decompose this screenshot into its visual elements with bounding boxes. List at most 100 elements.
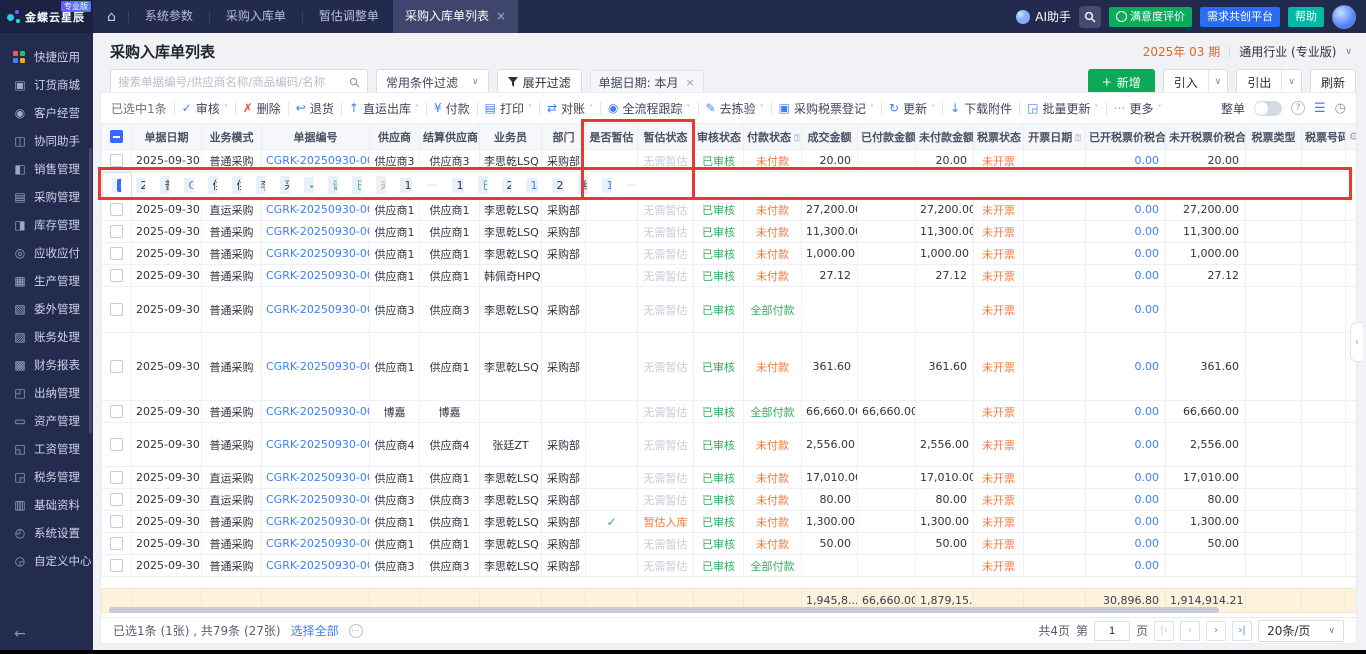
sidebar-item-采购管理[interactable]: ▤采购管理 (0, 183, 93, 211)
tab-close-icon[interactable]: × (496, 0, 506, 33)
cell-link[interactable]: 13122 (607, 179, 612, 192)
table-row[interactable]: 2025-09-30普通采购CGRK-20250930-00131供应商1供应商… (102, 221, 1358, 243)
sidebar-item-委外管理[interactable]: ▧委外管理 (0, 295, 93, 323)
table-row[interactable]: 2025-09-30普通采购CGRK-20250930-00117供应商1供应商… (102, 533, 1358, 555)
toolbar-button-付款[interactable]: ¥付款 (434, 100, 470, 117)
row-checkbox[interactable] (110, 303, 123, 316)
satisfaction-badge[interactable]: 满意度评价 (1109, 7, 1192, 27)
table-row[interactable]: 2025-09-30直运采购CGRK-20250930-00132供应商1供应商… (102, 199, 1358, 221)
history-clock-icon[interactable]: ◷ (1335, 101, 1346, 116)
table-row[interactable]: 2025-09-30直运采购CGRK-20250930-00120供应商3供应商… (102, 489, 1358, 511)
toolbar-button-打印[interactable]: ▤打印˅ (485, 100, 532, 117)
filter-chip-date[interactable]: 单据日期: 本月 × (590, 70, 704, 94)
toolbar-button-采购税票登记[interactable]: ▣采购税票登记˅ (779, 100, 874, 117)
chevron-down-icon[interactable]: ∨ (1208, 70, 1228, 94)
topbar-menu-item[interactable]: 系统参数 (131, 0, 207, 33)
topbar-menu-item[interactable]: 采购入库单 (212, 0, 300, 33)
row-checkbox[interactable] (110, 438, 123, 451)
list-view-icon[interactable]: ☰ (1314, 101, 1326, 116)
cell-link[interactable]: CGRK-20250930-00130 (266, 247, 370, 260)
toolbar-button-直运出库[interactable]: ↑直运出库˅ (349, 100, 419, 117)
table-row[interactable]: 2025-09-30普通采购CGRK-20250930-00122供应商4供应商… (102, 423, 1358, 467)
header-checkbox[interactable] (110, 130, 123, 143)
page-size-select[interactable]: 20条/页 ∨ (1258, 620, 1344, 642)
toolbar-button-删除[interactable]: ✗删除 (243, 100, 281, 117)
sidebar-scrollbar[interactable] (89, 148, 92, 433)
cell-link[interactable]: CGRK-20250930-00120 (266, 493, 370, 506)
table-row[interactable]: 2025-09-30普通采购CGRK-20250930-00127供应商1供应商… (102, 333, 1358, 401)
help-circle-icon[interactable]: ? (1291, 101, 1305, 115)
prev-page-button[interactable]: ‹ (1180, 621, 1200, 641)
table-row[interactable]: 2025-09-30普通采购CGRK-20250930-00130供应商1供应商… (102, 243, 1358, 265)
sidebar-item-生产管理[interactable]: ▦生产管理 (0, 267, 93, 295)
table-row[interactable]: 2025-09-30普通采购CGRK-20250930-00129供应商1供应商… (102, 265, 1358, 287)
home-icon[interactable]: ⌂ (93, 9, 126, 25)
cell-link[interactable]: CGRK-20250930-00132 (266, 203, 370, 216)
sidebar-item-出纳管理[interactable]: ◰出纳管理 (0, 379, 93, 407)
first-page-button[interactable]: |‹ (1154, 621, 1174, 641)
table-row[interactable]: 2025-09-30普通采购CGRK-20250930-00128供应商3供应商… (102, 287, 1358, 333)
sidebar-item-财务报表[interactable]: ▩财务报表 (0, 351, 93, 379)
sidebar-item-销售管理[interactable]: ◧销售管理 (0, 155, 93, 183)
next-page-button[interactable]: › (1206, 621, 1226, 641)
cell-link[interactable]: CGRK-20250930-00131 (266, 225, 370, 238)
sidebar-item-应收应付[interactable]: ◎应收应付 (0, 239, 93, 267)
cocreate-badge[interactable]: 需求共创平台 (1200, 7, 1280, 27)
cell-link[interactable]: CGRK-20250930-00128 (266, 303, 370, 316)
sidebar-item-账务处理[interactable]: ▨账务处理 (0, 323, 93, 351)
table-row[interactable]: ✓2025-09-30普通采购CGRK-20250930-00134供应商1供应… (102, 172, 132, 198)
row-checkbox[interactable] (110, 559, 123, 572)
topbar-menu-item[interactable]: 暂估调整单 (305, 0, 393, 33)
last-page-button[interactable]: ›| (1232, 621, 1252, 641)
sidebar-item-基础资料[interactable]: ▥基础资料 (0, 491, 93, 519)
cell-link[interactable]: CGRK-20250930-00127 (266, 360, 370, 373)
active-tab[interactable]: 采购入库单列表× (393, 0, 518, 33)
sidebar-item-客户经营[interactable]: ◉客户经营 (0, 99, 93, 127)
help-badge[interactable]: 帮助 (1288, 7, 1324, 27)
global-search-button[interactable] (1079, 6, 1101, 28)
page-number-input[interactable] (1094, 621, 1130, 641)
row-checkbox[interactable] (110, 203, 123, 216)
column-settings-gear-icon[interactable]: ⚙ (1349, 130, 1357, 143)
row-checkbox[interactable] (110, 269, 123, 282)
sidebar-item-税务管理[interactable]: ◲税务管理 (0, 463, 93, 491)
cell-link[interactable]: CGRK-20250930-00116 (266, 559, 370, 572)
toolbar-button-去拣验[interactable]: ✎去拣验˅ (706, 100, 764, 117)
select-all-link[interactable]: 选择全部 (291, 622, 339, 639)
panel-collapse-handle[interactable]: ‹ (1350, 322, 1363, 362)
app-logo[interactable]: 金蝶云星辰 专业版 (0, 0, 93, 33)
row-checkbox[interactable] (110, 471, 123, 484)
close-icon[interactable]: × (685, 76, 694, 89)
toolbar-button-下载附件[interactable]: ↓下载附件 (950, 100, 1012, 117)
sidebar-item-快捷应用[interactable]: 快捷应用 (0, 43, 93, 71)
row-checkbox[interactable] (110, 515, 123, 528)
table-row[interactable]: 2025-09-30直运采购CGRK-20250930-00121供应商1供应商… (102, 467, 1358, 489)
industry-selector[interactable]: 通用行业 (专业版) (1239, 43, 1336, 60)
row-checkbox[interactable] (110, 493, 123, 506)
cell-link[interactable]: CGRK-20250930-00122 (266, 438, 370, 451)
cell-link[interactable]: CGRK-20250930-00135 (266, 154, 370, 167)
user-avatar[interactable] (1332, 5, 1356, 29)
toolbar-button-全流程跟踪[interactable]: ◉全流程跟踪˅ (608, 100, 691, 117)
cell-link[interactable]: CGRK-20250930-00117 (266, 537, 370, 550)
cell-link[interactable]: CGRK-20250930-00121 (266, 471, 370, 484)
help-circle-icon[interactable]: ⍰ (1072, 134, 1081, 144)
table-row[interactable]: 2025-09-30普通采购CGRK-20250930-00135供应商3供应商… (102, 150, 1358, 172)
more-options-icon[interactable]: ⋯ (349, 624, 363, 638)
row-checkbox[interactable] (110, 247, 123, 260)
sidebar-item-工资管理[interactable]: ◱工资管理 (0, 435, 93, 463)
sidebar-item-库存管理[interactable]: ◨库存管理 (0, 211, 93, 239)
sidebar-item-系统设置[interactable]: ◴系统设置 (0, 519, 93, 547)
cell-link[interactable]: CGRK-20250930-00124 (266, 405, 370, 418)
cell-link[interactable]: CGRK-20250930-00119 (266, 515, 370, 528)
row-checkbox[interactable]: ✓ (117, 179, 122, 192)
sidebar-item-自定义中心[interactable]: ◶自定义中心 (0, 547, 93, 575)
toolbar-button-更新[interactable]: ↻更新˅ (889, 100, 935, 117)
toolbar-button-批量更新[interactable]: ◲批量更新˅ (1027, 100, 1098, 117)
row-checkbox[interactable] (110, 360, 123, 373)
chevron-down-icon[interactable]: ∨ (1281, 70, 1301, 94)
sidebar-collapse-arrow-icon[interactable]: ← (14, 626, 26, 642)
table-row[interactable]: 2025-09-30普通采购CGRK-20250930-00119供应商1供应商… (102, 511, 1358, 533)
toolbar-button-审核[interactable]: ✓审核˅ (182, 100, 228, 117)
row-checkbox[interactable] (110, 537, 123, 550)
